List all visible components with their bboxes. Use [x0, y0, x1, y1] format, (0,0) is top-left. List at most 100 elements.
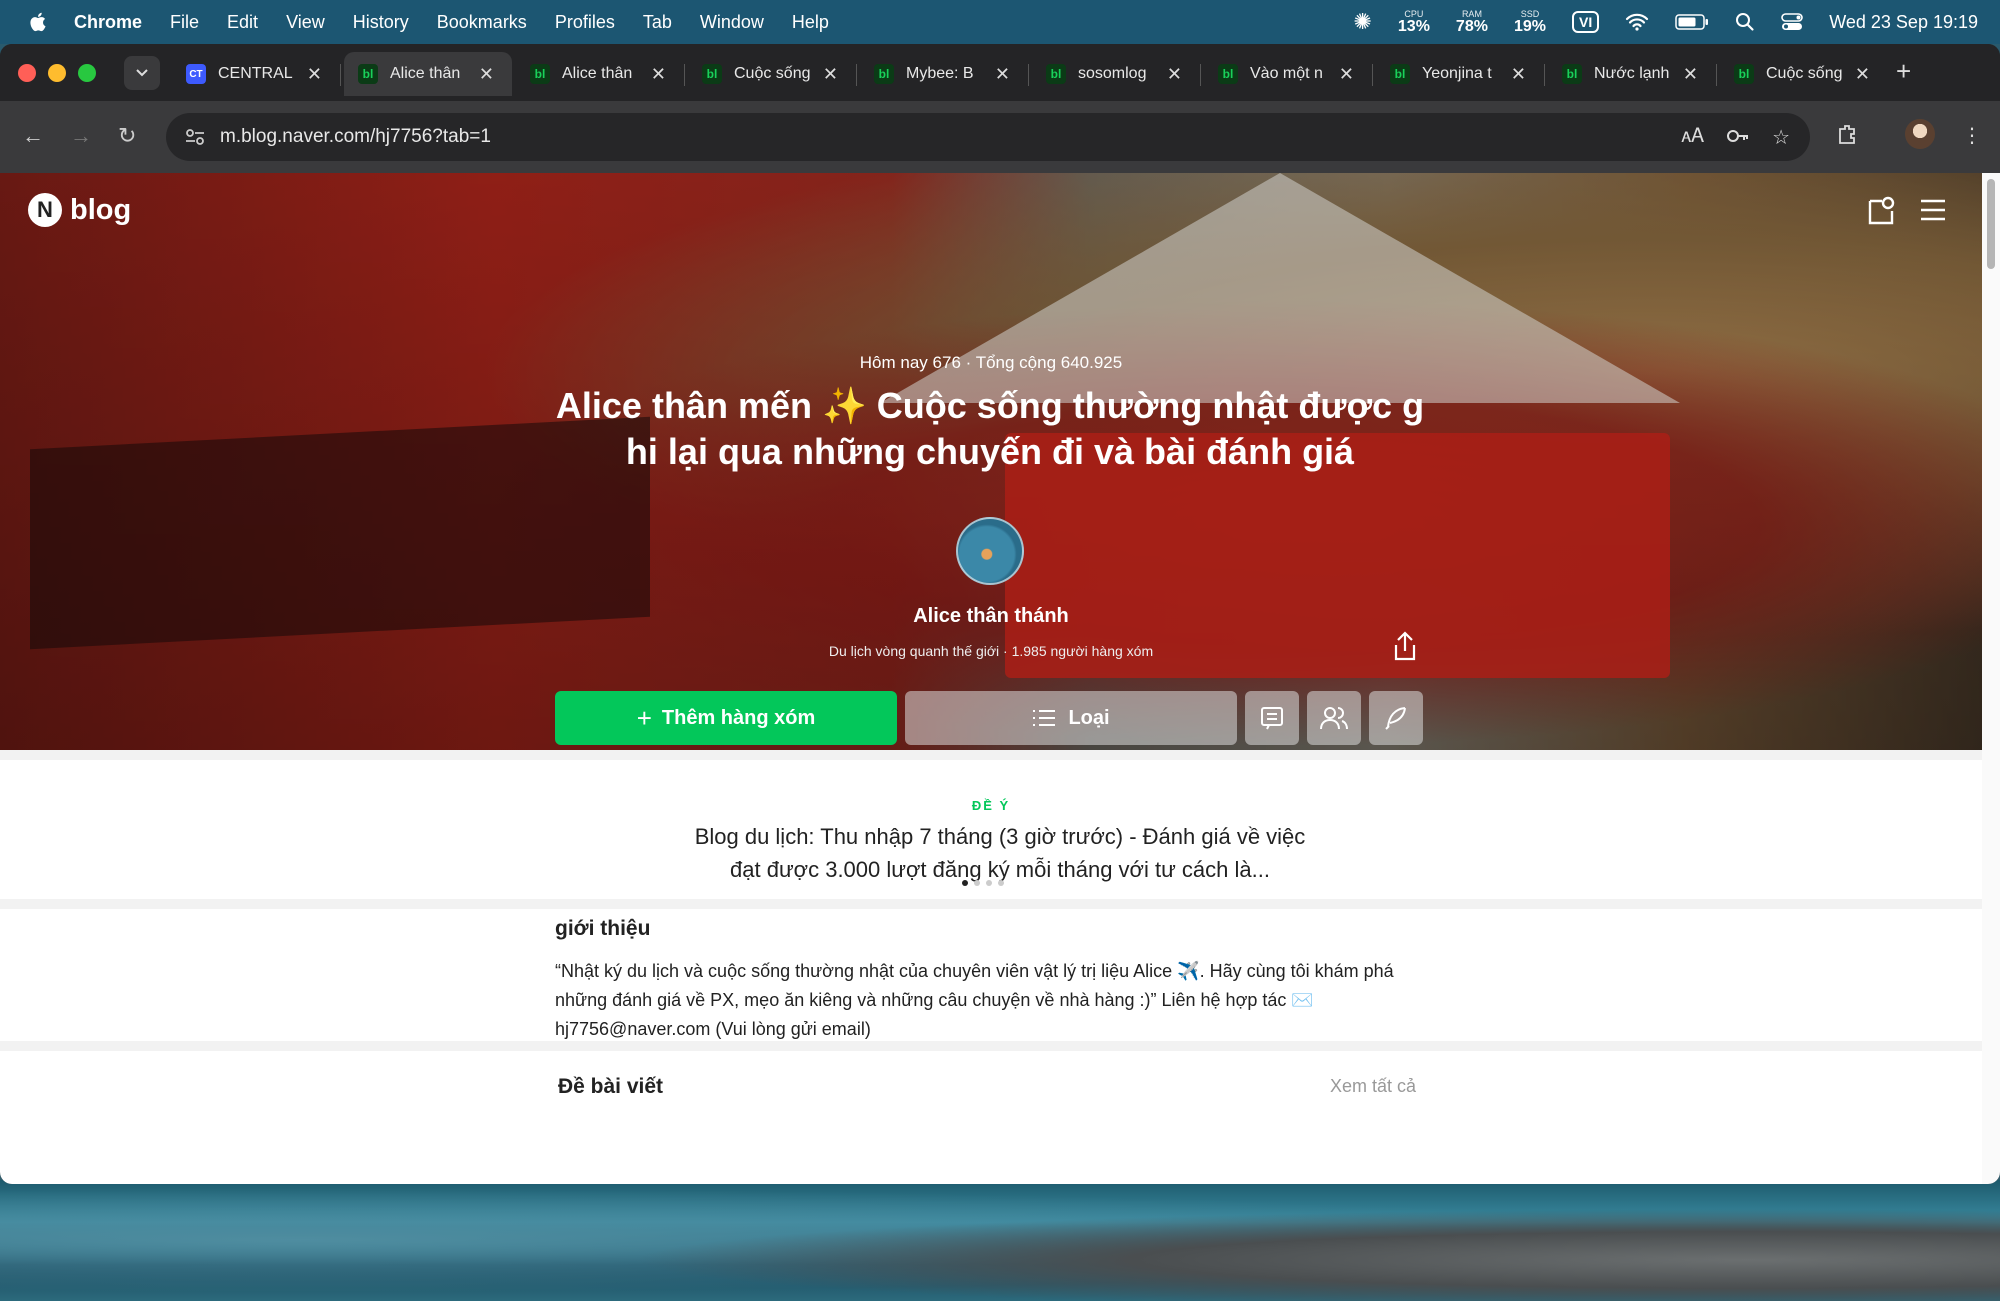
naver-n-icon: N — [28, 193, 62, 227]
blog-description: Du lịch vòng quanh thế giới · 1.985 ngườ… — [828, 643, 1154, 659]
window-close-button[interactable] — [18, 64, 36, 82]
reload-icon[interactable]: ↻ — [118, 123, 136, 149]
key-icon[interactable] — [1726, 125, 1750, 147]
close-icon[interactable]: ✕ — [1339, 64, 1354, 85]
back-icon[interactable]: ← — [22, 123, 44, 149]
tab-8[interactable]: bl Yeonjina t ✕ — [1376, 52, 1545, 96]
write-post-button[interactable] — [1369, 691, 1423, 745]
category-button[interactable]: Loại — [905, 691, 1237, 745]
menu-edit[interactable]: Edit — [227, 12, 258, 33]
carousel-dot[interactable] — [974, 880, 980, 886]
blog-nickname[interactable]: Alice thân thánh — [0, 605, 1982, 628]
tab-9[interactable]: bl Nước lạnh ✕ — [1548, 52, 1717, 96]
menubar-status-area: ✺ CPU 13% RAM 78% SSD 19% VI Wed 23 Sep 19:… — [1353, 0, 1978, 44]
tab-label: CENTRAL — [218, 65, 293, 82]
more-menu-icon[interactable]: ⋮ — [1962, 123, 1982, 148]
recommended-post-title[interactable]: Blog du lịch: Thu nhập 7 tháng (3 giờ tr… — [690, 820, 1310, 886]
my-news-icon[interactable] — [1866, 195, 1896, 227]
forward-icon[interactable]: → — [70, 123, 92, 149]
close-icon[interactable]: ✕ — [823, 64, 838, 85]
tab-favicon: bl — [1562, 64, 1582, 84]
tab-6[interactable]: bl sosomlog ✕ — [1032, 52, 1201, 96]
close-icon[interactable]: ✕ — [1683, 64, 1698, 85]
menu-help[interactable]: Help — [792, 12, 829, 33]
cpu-stat[interactable]: CPU 13% — [1398, 9, 1430, 35]
tab-1[interactable]: CT CENTRAL ✕ — [172, 52, 341, 96]
section-divider — [0, 750, 1982, 760]
menu-hamburger-icon[interactable] — [1920, 199, 1946, 221]
blog-profile-image[interactable] — [956, 517, 1024, 585]
window-zoom-button[interactable] — [78, 64, 96, 82]
close-icon[interactable]: ✕ — [995, 64, 1010, 85]
neighbors-button[interactable] — [1307, 691, 1361, 745]
tab-4[interactable]: bl Cuộc sống ✕ — [688, 52, 857, 96]
page-viewport: N blog Hôm nay 676 · Tổng cộng 640.925 A… — [0, 173, 1982, 1184]
extensions-icon[interactable] — [1836, 123, 1858, 145]
close-icon[interactable]: ✕ — [1167, 64, 1182, 85]
menu-window[interactable]: Window — [700, 12, 764, 33]
tab-favicon: CT — [186, 64, 206, 84]
ssd-label: SSD — [1520, 8, 1540, 19]
tab-favicon: bl — [874, 64, 894, 84]
share-icon[interactable] — [1392, 631, 1418, 663]
naver-blog-logo[interactable]: N blog — [28, 193, 131, 227]
input-language-indicator[interactable]: VI — [1571, 11, 1600, 33]
tab-favicon: bl — [1046, 64, 1066, 84]
carousel-dot[interactable] — [998, 880, 1004, 886]
translate-icon[interactable]: 🗚 — [1681, 125, 1704, 150]
section-divider — [0, 899, 1982, 909]
menu-view[interactable]: View — [286, 12, 325, 33]
menu-profiles[interactable]: Profiles — [555, 12, 615, 33]
browser-toolbar: ← → ↻ m.blog.naver.com/hj7756?tab=1 🗚 ☆ … — [0, 101, 2000, 173]
ssd-stat[interactable]: SSD 19% — [1514, 8, 1546, 35]
menubar-clock[interactable]: Wed 23 Sep 19:19 — [1829, 12, 1978, 33]
carousel-dot[interactable] — [986, 880, 992, 886]
new-tab-button[interactable]: + — [1896, 56, 1911, 87]
brightness-icon[interactable]: ✺ — [1353, 9, 1371, 35]
wifi-icon[interactable] — [1625, 13, 1649, 31]
address-bar-actions: 🗚 ☆ — [1681, 125, 1790, 150]
tab-3[interactable]: bl Alice thân ✕ — [516, 52, 685, 96]
bookmark-star-icon[interactable]: ☆ — [1772, 125, 1790, 150]
menu-bookmarks[interactable]: Bookmarks — [437, 12, 527, 33]
close-icon[interactable]: ✕ — [307, 64, 322, 85]
posts-heading: Đề bài viết — [558, 1075, 664, 1098]
guestbook-button[interactable] — [1245, 691, 1299, 745]
tab-10[interactable]: bl Cuộc sống ✕ — [1720, 52, 1888, 96]
battery-icon[interactable] — [1675, 14, 1709, 30]
menu-tab[interactable]: Tab — [643, 12, 672, 33]
tab-label: Cuộc sống — [734, 65, 811, 82]
window-minimize-button[interactable] — [48, 64, 66, 82]
control-center-icon[interactable] — [1781, 12, 1804, 32]
spotlight-search-icon[interactable] — [1735, 12, 1755, 32]
close-icon[interactable]: ✕ — [651, 64, 666, 85]
tab-favicon: bl — [1218, 64, 1238, 84]
see-all-link[interactable]: Xem tất cả — [1330, 1076, 1416, 1097]
close-icon[interactable]: ✕ — [1855, 64, 1870, 85]
tab-label: sosomlog — [1078, 65, 1147, 82]
apple-icon[interactable] — [28, 11, 50, 33]
menu-file[interactable]: File — [170, 12, 199, 33]
address-url[interactable]: m.blog.naver.com/hj7756?tab=1 — [220, 126, 491, 148]
ram-stat[interactable]: RAM 78% — [1456, 8, 1488, 35]
close-icon[interactable]: ✕ — [1511, 64, 1526, 85]
tab-2[interactable]: bl Alice thân ✕ — [344, 52, 512, 96]
add-neighbor-button[interactable]: + Thêm hàng xóm — [555, 691, 897, 745]
carousel-dot[interactable] — [962, 880, 968, 886]
site-settings-icon[interactable] — [184, 126, 206, 148]
ram-label: RAM — [1461, 8, 1482, 19]
tab-label: Alice thân — [562, 65, 633, 82]
tab-label: Yeonjina t — [1422, 65, 1492, 82]
tab-search-button[interactable] — [124, 56, 160, 90]
scrollbar-thumb[interactable] — [1987, 179, 1995, 269]
close-icon[interactable]: ✕ — [479, 64, 494, 85]
page-scrollbar[interactable] — [1982, 173, 2000, 1184]
tab-5[interactable]: bl Mybee: B ✕ — [860, 52, 1029, 96]
profile-avatar[interactable] — [1905, 119, 1935, 149]
menu-history[interactable]: History — [353, 12, 409, 33]
tab-label: Cuộc sống — [1766, 65, 1843, 82]
tab-7[interactable]: bl Vào một n ✕ — [1204, 52, 1373, 96]
address-bar[interactable]: m.blog.naver.com/hj7756?tab=1 🗚 ☆ — [166, 113, 1810, 161]
menu-app-chrome[interactable]: Chrome — [74, 12, 142, 33]
tab-favicon: bl — [702, 64, 722, 84]
